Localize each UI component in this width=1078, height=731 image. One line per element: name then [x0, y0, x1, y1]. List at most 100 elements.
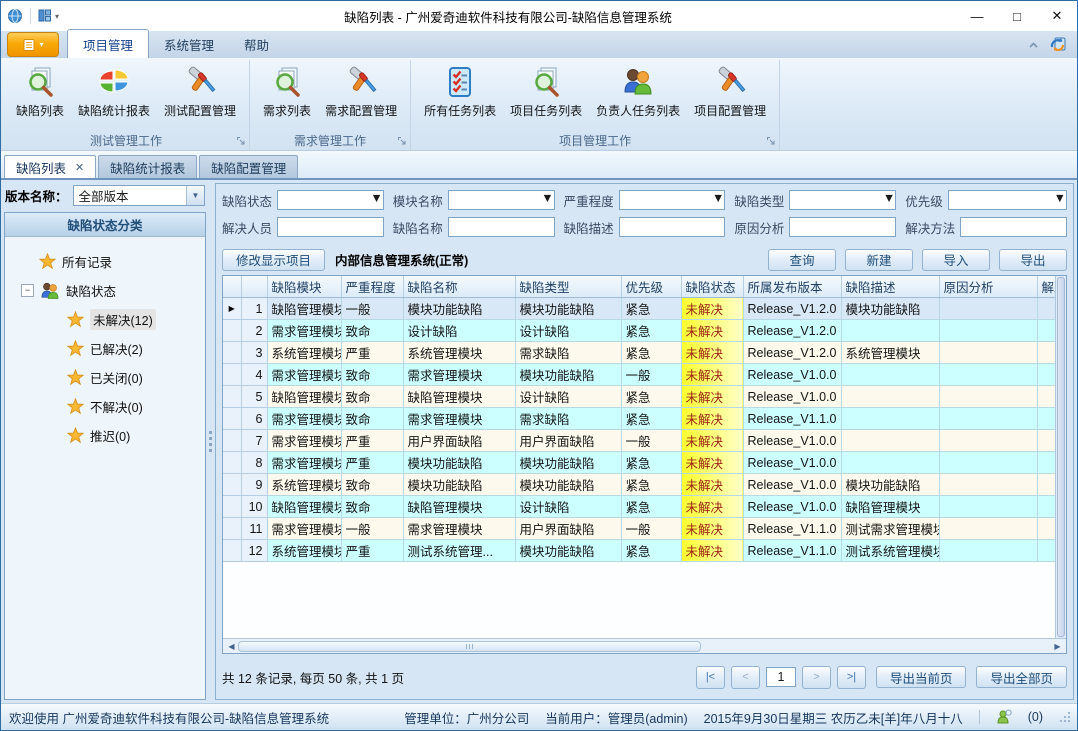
table-cell[interactable]	[939, 474, 1037, 496]
table-cell[interactable]	[1037, 342, 1055, 364]
table-cell[interactable]: Release_V1.0.0	[743, 430, 841, 452]
table-cell[interactable]: Release_V1.1.0	[743, 540, 841, 562]
table-cell[interactable]: 致命	[341, 408, 403, 430]
tree-item-closed[interactable]: 已关闭(0)	[9, 363, 201, 392]
table-cell[interactable]: 未解决	[681, 320, 743, 342]
table-cell[interactable]: 缺陷管理模块	[267, 496, 341, 518]
tree-item-defect-status[interactable]: −缺陷状态	[9, 276, 201, 305]
column-header[interactable]: 所属发布版本	[743, 276, 841, 298]
table-cell[interactable]	[1037, 364, 1055, 386]
column-header[interactable]: 缺陷模块	[267, 276, 341, 298]
table-cell[interactable]: 未解决	[681, 298, 743, 320]
table-cell[interactable]: 未解决	[681, 342, 743, 364]
table-cell[interactable]	[1037, 496, 1055, 518]
table-cell[interactable]: 模块功能缺陷	[841, 474, 939, 496]
horizontal-scrollbar-thumb[interactable]	[238, 641, 701, 652]
owner-tasks-button[interactable]: 负责人任务列表	[589, 63, 687, 122]
table-cell[interactable]: 需求管理模块	[267, 320, 341, 342]
table-cell[interactable]: Release_V1.1.0	[743, 518, 841, 540]
table-cell[interactable]	[841, 386, 939, 408]
table-cell[interactable]	[1037, 386, 1055, 408]
table-row[interactable]: 3系统管理模块严重系统管理模块需求缺陷紧急未解决Release_V1.2.0系统…	[223, 342, 1055, 364]
sidebar-splitter[interactable]	[206, 183, 215, 700]
project-tasks-button[interactable]: 项目任务列表	[503, 63, 589, 122]
all-tasks-button[interactable]: 所有任务列表	[417, 63, 503, 122]
page-number-input[interactable]: 1	[766, 667, 796, 687]
import-button[interactable]: 导入	[922, 249, 990, 271]
resize-grip[interactable]	[1059, 711, 1071, 723]
table-cell[interactable]: Release_V1.0.0	[743, 364, 841, 386]
table-cell[interactable]: Release_V1.2.0	[743, 342, 841, 364]
table-cell[interactable]: 设计缺陷	[515, 496, 621, 518]
table-cell[interactable]: 需求管理模块	[267, 452, 341, 474]
table-row[interactable]: 4需求管理模块致命需求管理模块模块功能缺陷一般未解决Release_V1.0.0	[223, 364, 1055, 386]
table-cell[interactable]	[1037, 408, 1055, 430]
table-cell[interactable]: 未解决	[681, 540, 743, 562]
table-cell[interactable]: 未解决	[681, 364, 743, 386]
table-cell[interactable]: 模块功能缺陷	[403, 452, 515, 474]
table-cell[interactable]: Release_V1.0.0	[743, 452, 841, 474]
table-cell[interactable]: 模块功能缺陷	[515, 540, 621, 562]
application-menu-button[interactable]: ▾	[7, 32, 59, 57]
table-row[interactable]: 9系统管理模块致命模块功能缺陷模块功能缺陷紧急未解决Release_V1.0.0…	[223, 474, 1055, 496]
table-cell[interactable]: 紧急	[621, 452, 681, 474]
table-cell[interactable]: 严重	[341, 540, 403, 562]
chevron-down-icon[interactable]: ▼	[1054, 191, 1066, 209]
export-all-pages-button[interactable]: 导出全部页	[976, 666, 1067, 688]
column-header[interactable]: 缺陷名称	[403, 276, 515, 298]
export-button[interactable]: 导出	[999, 249, 1067, 271]
table-cell[interactable]: 一般	[621, 518, 681, 540]
column-header[interactable]: 优先级	[621, 276, 681, 298]
column-header[interactable]: 缺陷类型	[515, 276, 621, 298]
table-cell[interactable]: 紧急	[621, 496, 681, 518]
defect-list-button[interactable]: 缺陷列表	[9, 63, 71, 122]
table-cell[interactable]	[939, 408, 1037, 430]
tree-item-all-records[interactable]: 所有记录	[9, 247, 201, 276]
table-cell[interactable]: Release_V1.0.0	[743, 496, 841, 518]
table-cell[interactable]: 未解决	[681, 430, 743, 452]
table-cell[interactable]	[939, 518, 1037, 540]
requirement-list-button[interactable]: 需求列表	[256, 63, 318, 122]
table-cell[interactable]	[841, 320, 939, 342]
table-cell[interactable]	[1037, 320, 1055, 342]
table-cell[interactable]	[1037, 298, 1055, 320]
table-cell[interactable]: 严重	[341, 430, 403, 452]
table-cell[interactable]: 紧急	[621, 342, 681, 364]
table-cell[interactable]: 缺陷管理模块	[267, 298, 341, 320]
filter-module-name[interactable]: ▼	[448, 190, 555, 210]
table-cell[interactable]: 紧急	[621, 540, 681, 562]
last-page-button[interactable]: >|	[837, 666, 866, 689]
table-cell[interactable]: 设计缺陷	[515, 320, 621, 342]
dialog-launcher-icon[interactable]	[766, 136, 776, 146]
table-cell[interactable]: 系统管理模块	[267, 342, 341, 364]
table-row[interactable]: 11需求管理模块一般需求管理模块用户界面缺陷一般未解决Release_V1.1.…	[223, 518, 1055, 540]
table-row[interactable]: ▶1缺陷管理模块一般模块功能缺陷模块功能缺陷紧急未解决Release_V1.2.…	[223, 298, 1055, 320]
vertical-scrollbar-thumb[interactable]	[1057, 277, 1065, 637]
defect-report-button[interactable]: 缺陷统计报表	[71, 63, 157, 122]
table-cell[interactable]: 需求管理模块	[267, 430, 341, 452]
table-cell[interactable]	[939, 430, 1037, 452]
table-cell[interactable]	[841, 408, 939, 430]
table-cell[interactable]: 系统管理模块	[267, 474, 341, 496]
new-button[interactable]: 新建	[845, 249, 913, 271]
table-cell[interactable]: 未解决	[681, 452, 743, 474]
tree-item-resolved[interactable]: 已解决(2)	[9, 334, 201, 363]
filter-defect-desc[interactable]	[619, 217, 726, 237]
table-cell[interactable]	[841, 364, 939, 386]
query-button[interactable]: 查询	[768, 249, 836, 271]
table-cell[interactable]: 系统管理模块	[403, 342, 515, 364]
table-cell[interactable]: 致命	[341, 386, 403, 408]
next-page-button[interactable]: >	[802, 666, 831, 689]
dialog-launcher-icon[interactable]	[236, 136, 246, 146]
table-cell[interactable]: Release_V1.0.0	[743, 474, 841, 496]
table-cell[interactable]: 需求管理模块	[267, 364, 341, 386]
table-cell[interactable]: 一般	[621, 364, 681, 386]
table-cell[interactable]: 模块功能缺陷	[403, 298, 515, 320]
table-cell[interactable]	[939, 452, 1037, 474]
scroll-left-icon[interactable]: ◀	[225, 642, 238, 651]
chevron-down-icon[interactable]: ▼	[712, 191, 724, 209]
table-cell[interactable]: 未解决	[681, 518, 743, 540]
table-cell[interactable]: 测试系统管理...	[403, 540, 515, 562]
requirement-config-button[interactable]: 需求配置管理	[318, 63, 404, 122]
table-cell[interactable]: 需求管理模块	[267, 518, 341, 540]
